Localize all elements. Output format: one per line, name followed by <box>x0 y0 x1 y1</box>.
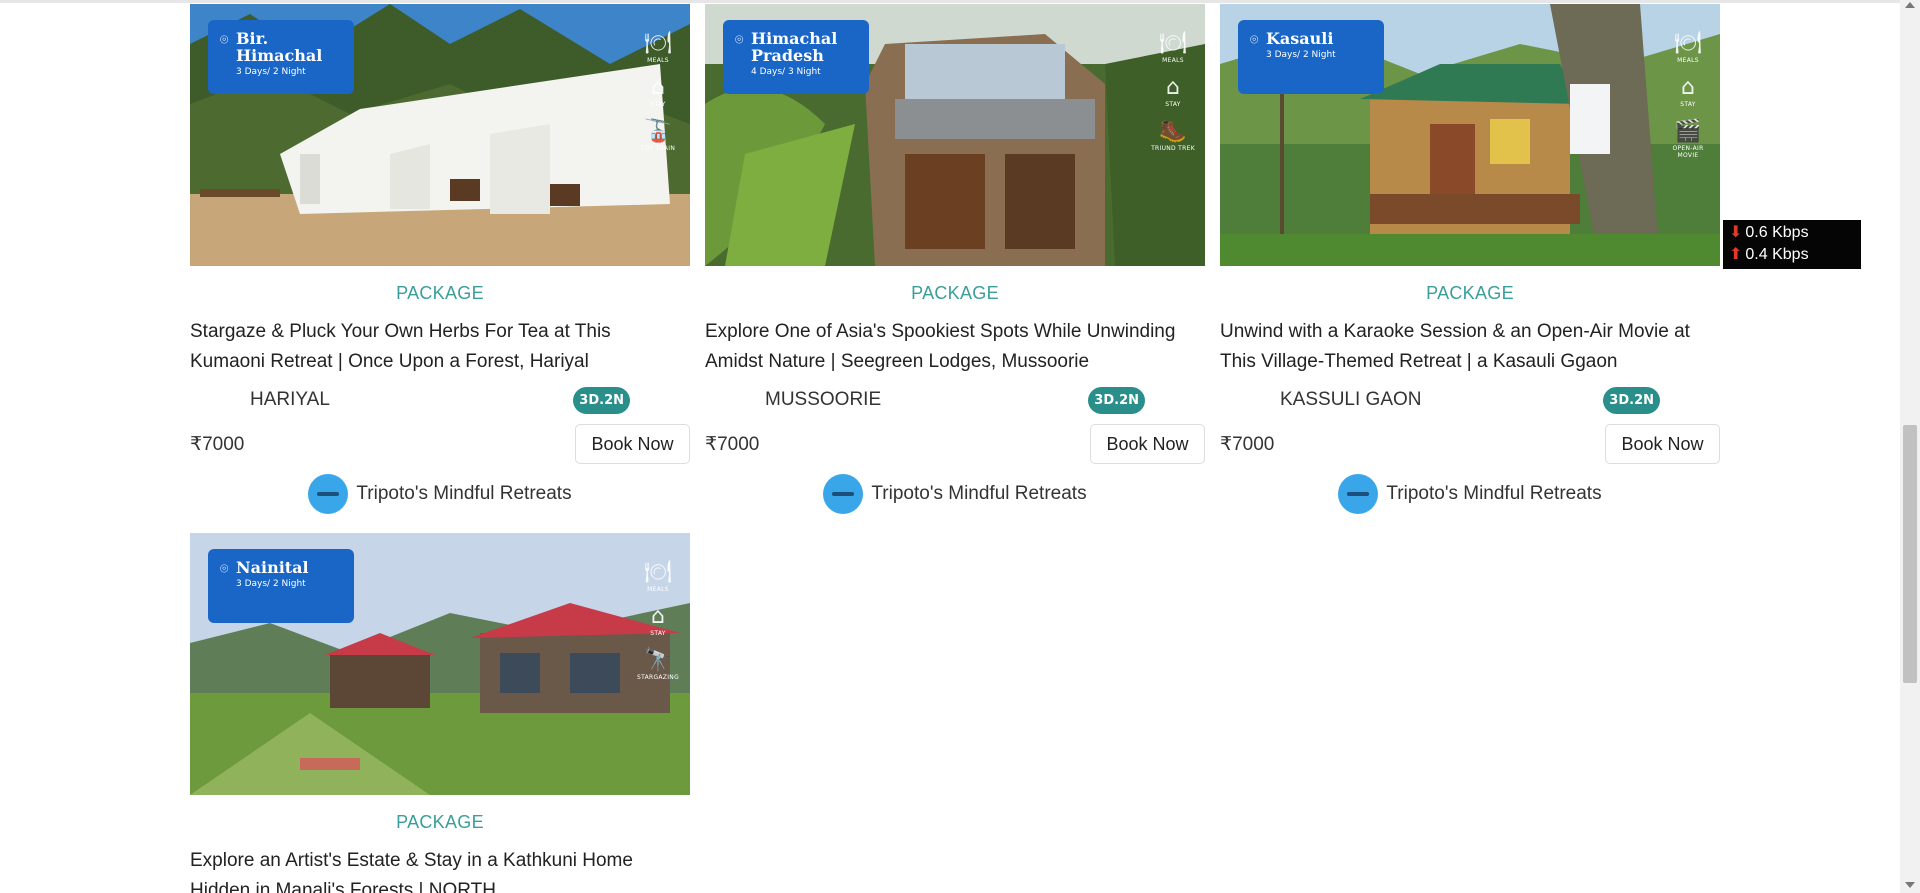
amenity-stay: ⌂ STAY <box>1680 75 1696 109</box>
meals-icon: 🍽 <box>644 31 672 56</box>
badge-place: Bir. Himachal <box>236 29 323 65</box>
badge-days: 3 Days/ 2 Night <box>236 579 306 589</box>
duration-badge: 3D.2N <box>573 386 630 414</box>
retreat-listing-page: ⌾ Bir. Himachal 3 Days/ 2 Night 🍽 MEALS ⌂… <box>0 0 1900 893</box>
package-title[interactable]: Stargaze & Pluck Your Own Herbs For Tea … <box>190 317 690 377</box>
open-air-movie-icon: 🎬 <box>1674 119 1702 144</box>
amenity-list: 🍽 MEALS ⌂ STAY 🎬 OPEN-AIR MOVIE <box>1666 31 1710 160</box>
host-info[interactable]: Tripoto's Mindful Retreats <box>705 474 1205 514</box>
package-tag: PACKAGE <box>1426 283 1514 303</box>
network-speed-overlay: ⬇ 0.6 Kbps ⬆ 0.4 Kbps <box>1723 220 1861 269</box>
package-title[interactable]: Explore One of Asia's Spookiest Spots Wh… <box>705 317 1205 377</box>
amenity-meals: 🍽 MEALS <box>644 31 672 65</box>
package-meta: HARIYAL 3D.2N <box>190 385 690 415</box>
book-now-button[interactable]: Book Now <box>1090 424 1205 464</box>
book-now-button[interactable]: Book Now <box>1605 424 1720 464</box>
package-city: HARIYAL <box>250 389 330 410</box>
amenity-list: 🍽 MEALS ⌂ STAY 🚡 TOY TRAIN <box>636 31 680 153</box>
location-badge: ⌾ Himachal Pradesh 4 Days/ 3 Night <box>723 20 869 94</box>
amenity-stay: ⌂ STAY <box>650 75 666 109</box>
amenity-stay: ⌂ STAY <box>1165 75 1181 109</box>
location-pin-icon: ⌾ <box>735 32 744 48</box>
meals-icon: 🍽 <box>1674 31 1702 56</box>
top-divider <box>0 0 1900 3</box>
host-info[interactable]: Tripoto's Mindful Retreats <box>190 474 690 514</box>
triund-trek-icon: 🥾 <box>1159 119 1187 144</box>
package-city: KASSULI GAON <box>1280 389 1422 410</box>
host-name: Tripoto's Mindful Retreats <box>1386 483 1602 504</box>
scrollbar-thumb[interactable] <box>1903 425 1917 683</box>
badge-days: 3 Days/ 2 Night <box>1266 50 1336 60</box>
meals-icon: 🍽 <box>1159 31 1187 56</box>
badge-days: 4 Days/ 3 Night <box>751 67 821 77</box>
book-now-button[interactable]: Book Now <box>575 424 690 464</box>
duration-badge: 3D.2N <box>1603 386 1660 414</box>
badge-place: Himachal Pradesh <box>751 29 838 65</box>
stargazing-icon: 🔭 <box>644 648 672 673</box>
price-row: ₹7000 Book Now <box>705 424 1205 464</box>
package-photo[interactable]: ⌾ Kasauli 3 Days/ 2 Night 🍽 MEALS ⌂ STAY 🎬… <box>1220 4 1720 266</box>
toy-train-icon: 🚡 <box>644 119 672 144</box>
amenity-stargazing: 🔭 STARGAZING <box>636 648 680 682</box>
vertical-scrollbar[interactable] <box>1900 0 1920 893</box>
amenity-stay: ⌂ STAY <box>650 604 666 638</box>
location-badge: ⌾ Nainital 3 Days/ 2 Night <box>208 549 354 623</box>
meals-icon: 🍽 <box>644 560 672 585</box>
package-card[interactable]: ⌾ Nainital 3 Days/ 2 Night 🍽 MEALS ⌂ STAY … <box>190 533 690 893</box>
badge-place: Kasauli <box>1266 29 1334 48</box>
stay-icon: ⌂ <box>651 604 665 629</box>
amenity-triund-trek: 🥾 TRIUND TREK <box>1151 119 1195 153</box>
package-tag: PACKAGE <box>396 812 484 832</box>
badge-days: 3 Days/ 2 Night <box>236 67 306 77</box>
package-card[interactable]: ⌾ Himachal Pradesh 4 Days/ 3 Night 🍽 MEAL… <box>705 4 1205 514</box>
price-row: ₹7000 Book Now <box>1220 424 1720 464</box>
location-badge: ⌾ Kasauli 3 Days/ 2 Night <box>1238 20 1384 94</box>
host-logo-icon <box>1338 474 1379 514</box>
package-price: ₹7000 <box>1220 433 1275 455</box>
amenity-meals: 🍽 MEALS <box>1674 31 1702 65</box>
scroll-up-arrow-icon[interactable] <box>1905 2 1915 8</box>
package-meta: KASSULI GAON 3D.2N <box>1220 385 1720 415</box>
arrow-down-icon: ⬇ <box>1729 224 1743 241</box>
upload-speed: ⬆ 0.4 Kbps <box>1729 246 1809 263</box>
host-logo-icon <box>823 474 864 514</box>
package-photo[interactable]: ⌾ Bir. Himachal 3 Days/ 2 Night 🍽 MEALS ⌂… <box>190 4 690 266</box>
host-name: Tripoto's Mindful Retreats <box>871 483 1087 504</box>
arrow-up-icon: ⬆ <box>1729 246 1743 263</box>
amenity-open-air-movie: 🎬 OPEN-AIR MOVIE <box>1672 119 1704 160</box>
duration-badge: 3D.2N <box>1088 386 1145 414</box>
amenity-meals: 🍽 MEALS <box>644 560 672 594</box>
download-speed: ⬇ 0.6 Kbps <box>1729 224 1809 241</box>
price-row: ₹7000 Book Now <box>190 424 690 464</box>
scroll-down-arrow-icon[interactable] <box>1905 882 1915 888</box>
stay-icon: ⌂ <box>1166 75 1180 100</box>
host-info[interactable]: Tripoto's Mindful Retreats <box>1220 474 1720 514</box>
location-pin-icon: ⌾ <box>220 32 229 48</box>
package-price: ₹7000 <box>190 433 245 455</box>
package-photo[interactable]: ⌾ Himachal Pradesh 4 Days/ 3 Night 🍽 MEAL… <box>705 4 1205 266</box>
package-meta: MUSSOORIE 3D.2N <box>705 385 1205 415</box>
package-city: MUSSOORIE <box>765 389 882 410</box>
host-name: Tripoto's Mindful Retreats <box>356 483 572 504</box>
stay-icon: ⌂ <box>651 75 665 100</box>
badge-place: Nainital <box>236 558 309 577</box>
package-tag: PACKAGE <box>911 283 999 303</box>
location-pin-icon: ⌾ <box>1250 32 1259 48</box>
package-card[interactable]: ⌾ Kasauli 3 Days/ 2 Night 🍽 MEALS ⌂ STAY 🎬… <box>1220 4 1720 514</box>
location-pin-icon: ⌾ <box>220 561 229 577</box>
package-card[interactable]: ⌾ Bir. Himachal 3 Days/ 2 Night 🍽 MEALS ⌂… <box>190 4 690 514</box>
package-tag: PACKAGE <box>396 283 484 303</box>
host-logo-icon <box>308 474 349 514</box>
package-title[interactable]: Explore an Artist's Estate & Stay in a K… <box>190 846 690 893</box>
location-badge: ⌾ Bir. Himachal 3 Days/ 2 Night <box>208 20 354 94</box>
amenity-toy-train: 🚡 TOY TRAIN <box>640 119 676 153</box>
amenity-list: 🍽 MEALS ⌂ STAY 🔭 STARGAZING <box>636 560 680 682</box>
amenity-meals: 🍽 MEALS <box>1159 31 1187 65</box>
package-photo[interactable]: ⌾ Nainital 3 Days/ 2 Night 🍽 MEALS ⌂ STAY … <box>190 533 690 795</box>
amenity-list: 🍽 MEALS ⌂ STAY 🥾 TRIUND TREK <box>1151 31 1195 153</box>
package-title[interactable]: Unwind with a Karaoke Session & an Open-… <box>1220 317 1720 377</box>
package-price: ₹7000 <box>705 433 760 455</box>
stay-icon: ⌂ <box>1681 75 1695 100</box>
